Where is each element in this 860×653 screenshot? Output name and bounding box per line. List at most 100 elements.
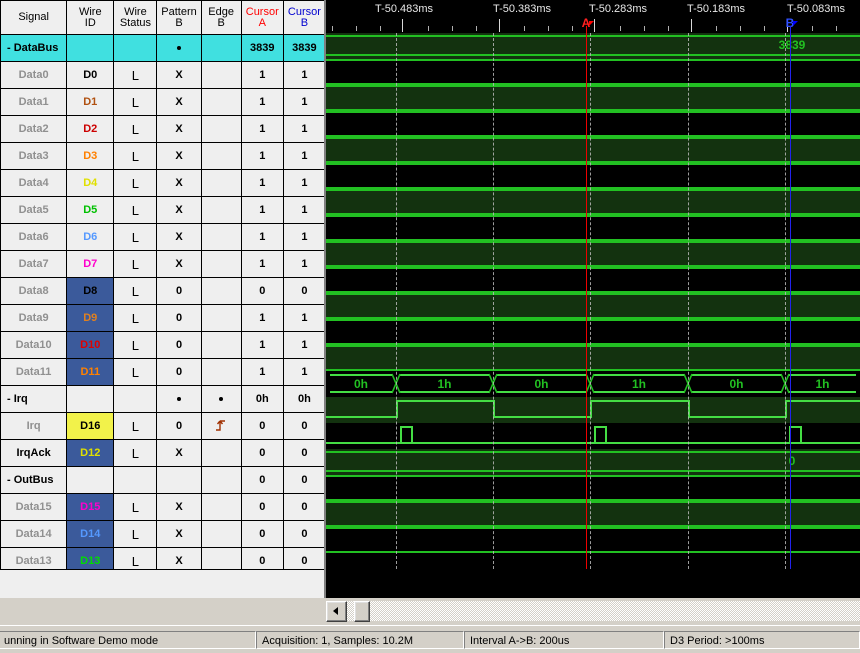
signal-row[interactable]: - Irq 0h 0h (0, 385, 324, 413)
signal-name-cell[interactable]: Data8 (0, 277, 68, 305)
edge-b-cell[interactable] (200, 358, 242, 386)
wire-status-cell[interactable]: L (113, 493, 158, 521)
edge-b-cell[interactable] (200, 277, 242, 305)
signal-row[interactable]: Data8 D8 L 0 0 0 (0, 277, 324, 305)
wire-id-cell[interactable]: D0 (66, 61, 115, 89)
wire-id-cell[interactable]: D8 (66, 277, 115, 305)
wire-status-cell[interactable] (113, 385, 158, 413)
signal-row[interactable]: Data7 D7 L X 1 1 (0, 250, 324, 278)
pattern-b-cell[interactable]: X (156, 169, 202, 197)
wire-id-cell[interactable]: D1 (66, 88, 115, 116)
edge-b-cell[interactable] (200, 223, 242, 251)
pattern-b-cell[interactable] (156, 466, 202, 494)
signal-row[interactable]: Data3 D3 L X 1 1 (0, 142, 324, 170)
signal-name-cell[interactable]: Data9 (0, 304, 68, 332)
edge-b-cell[interactable] (200, 520, 242, 548)
signal-name-cell[interactable]: Irq (0, 412, 68, 440)
signal-name-cell[interactable]: Data0 (0, 61, 68, 89)
signal-row[interactable]: Data11 D11 L 0 1 1 (0, 358, 324, 386)
signal-row[interactable]: - DataBus 3839 3839 (0, 34, 324, 62)
pattern-b-cell[interactable]: X (156, 439, 202, 467)
signal-name-cell[interactable]: - OutBus (0, 466, 68, 494)
signal-row[interactable]: IrqAck D12 L X 0 0 (0, 439, 324, 467)
wire-status-cell[interactable]: L (113, 142, 158, 170)
wire-id-cell[interactable]: D15 (66, 493, 115, 521)
pattern-b-cell[interactable]: X (156, 115, 202, 143)
wire-status-cell[interactable]: L (113, 61, 158, 89)
signal-row[interactable]: Data4 D4 L X 1 1 (0, 169, 324, 197)
column-header-cursor_a[interactable]: Cursor A (240, 0, 284, 35)
pattern-b-cell[interactable]: X (156, 520, 202, 548)
signal-name-cell[interactable]: IrqAck (0, 439, 68, 467)
column-header-signal[interactable]: Signal (0, 0, 68, 35)
signal-name-cell[interactable]: Data6 (0, 223, 68, 251)
signal-row[interactable]: Data1 D1 L X 1 1 (0, 88, 324, 116)
wire-status-cell[interactable]: L (113, 412, 158, 440)
signal-row[interactable]: Data6 D6 L X 1 1 (0, 223, 324, 251)
pattern-b-cell[interactable]: 0 (156, 277, 202, 305)
signal-row[interactable]: Irq D16 L 0 0 0 (0, 412, 324, 440)
waveform-pane[interactable]: T-50.483ms T-50.383ms T-50.283ms T-50.183ms… (326, 0, 860, 598)
signal-name-cell[interactable]: Data10 (0, 331, 68, 359)
wire-id-cell[interactable]: D2 (66, 115, 115, 143)
wire-id-cell[interactable] (66, 385, 115, 413)
signal-row[interactable]: - OutBus 0 0 (0, 466, 324, 494)
time-ruler[interactable]: T-50.483ms T-50.383ms T-50.283ms T-50.183ms… (326, 0, 860, 33)
column-header-wire_id[interactable]: Wire ID (66, 0, 115, 35)
pattern-b-cell[interactable]: X (156, 250, 202, 278)
edge-b-cell[interactable] (200, 115, 242, 143)
horizontal-scrollbar[interactable] (0, 598, 860, 625)
signal-name-cell[interactable]: - Irq (0, 385, 68, 413)
pattern-b-cell[interactable]: X (156, 493, 202, 521)
signal-name-cell[interactable]: Data1 (0, 88, 68, 116)
wire-status-cell[interactable]: L (113, 88, 158, 116)
wire-id-cell[interactable]: D12 (66, 439, 115, 467)
column-header-pattern_b[interactable]: Pattern B (156, 0, 202, 35)
wire-status-cell[interactable] (113, 34, 158, 62)
signal-row[interactable]: Data2 D2 L X 1 1 (0, 115, 324, 143)
wire-status-cell[interactable]: L (113, 223, 158, 251)
edge-b-cell[interactable] (200, 331, 242, 359)
wire-id-cell[interactable]: D11 (66, 358, 115, 386)
signal-row[interactable]: Data10 D10 L 0 1 1 (0, 331, 324, 359)
wire-id-cell[interactable] (66, 34, 115, 62)
wire-id-cell[interactable]: D4 (66, 169, 115, 197)
signal-name-cell[interactable]: Data2 (0, 115, 68, 143)
pattern-b-cell[interactable] (156, 34, 202, 62)
pattern-b-cell[interactable]: X (156, 142, 202, 170)
column-header-edge_b[interactable]: Edge B (200, 0, 242, 35)
edge-b-cell[interactable] (200, 34, 242, 62)
wire-status-cell[interactable]: L (113, 115, 158, 143)
signal-name-cell[interactable]: Data7 (0, 250, 68, 278)
pattern-b-cell[interactable]: 0 (156, 358, 202, 386)
signal-name-cell[interactable]: Data14 (0, 520, 68, 548)
scrollbar-thumb[interactable] (354, 601, 370, 622)
wire-id-cell[interactable]: D3 (66, 142, 115, 170)
edge-b-cell[interactable] (200, 493, 242, 521)
edge-b-cell[interactable] (200, 142, 242, 170)
pattern-b-cell[interactable]: 0 (156, 331, 202, 359)
signal-name-cell[interactable]: Data4 (0, 169, 68, 197)
edge-b-cell[interactable] (200, 439, 242, 467)
wire-status-cell[interactable]: L (113, 196, 158, 224)
wire-id-cell[interactable]: D6 (66, 223, 115, 251)
pattern-b-cell[interactable]: X (156, 61, 202, 89)
wire-status-cell[interactable]: L (113, 439, 158, 467)
signal-row[interactable]: Data0 D0 L X 1 1 (0, 61, 324, 89)
signal-name-cell[interactable]: Data11 (0, 358, 68, 386)
edge-b-cell[interactable] (200, 250, 242, 278)
scroll-left-button[interactable] (326, 601, 347, 622)
wire-id-cell[interactable] (66, 466, 115, 494)
edge-b-cell[interactable] (200, 196, 242, 224)
signal-name-cell[interactable]: Data3 (0, 142, 68, 170)
signal-name-cell[interactable]: Data5 (0, 196, 68, 224)
signal-row[interactable]: Data5 D5 L X 1 1 (0, 196, 324, 224)
column-header-wire_status[interactable]: Wire Status (113, 0, 158, 35)
wire-id-cell[interactable]: D9 (66, 304, 115, 332)
column-header-cursor_b[interactable]: Cursor B (282, 0, 324, 35)
scrollbar-track[interactable] (326, 601, 860, 621)
edge-b-cell[interactable] (200, 169, 242, 197)
edge-b-cell[interactable] (200, 88, 242, 116)
wire-status-cell[interactable]: L (113, 169, 158, 197)
edge-b-cell[interactable] (200, 466, 242, 494)
